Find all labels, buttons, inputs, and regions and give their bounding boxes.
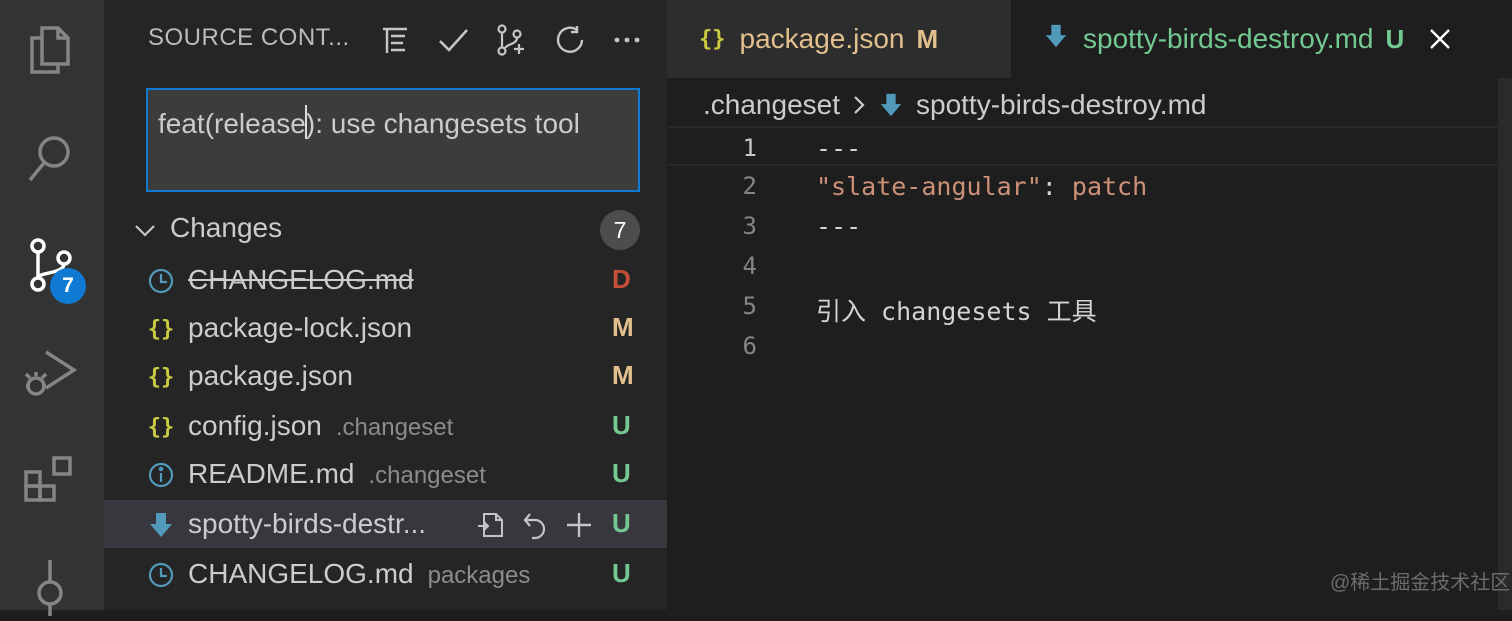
file-status: U: [612, 558, 631, 588]
plus-icon[interactable]: [562, 508, 596, 542]
yaml-sep: :: [1041, 172, 1072, 201]
list-item[interactable]: spotty-birds-destr... U: [104, 500, 667, 548]
sidebar-title: SOURCE CONT...: [148, 24, 350, 51]
json-braces-icon: {}: [147, 414, 175, 440]
commit-message-text-start: feat(release: [158, 108, 306, 139]
file-name: package-lock.json: [188, 312, 413, 343]
line-text: ---: [816, 212, 862, 241]
breadcrumb-folder[interactable]: .changeset: [703, 89, 840, 121]
yaml-value: patch: [1071, 172, 1148, 201]
line-number: 2: [742, 172, 757, 200]
file-name: CHANGELOG.md packages: [188, 558, 530, 590]
changes-group-header[interactable]: Changes 7: [104, 208, 667, 252]
json-braces-icon: {}: [699, 26, 726, 52]
json-braces-icon: {}: [147, 316, 175, 342]
markdown-arrow-icon: [146, 510, 176, 540]
go-to-file-icon[interactable]: [474, 508, 508, 542]
source-control-sidebar: SOURCE CONT... feat(release): use change…: [104, 0, 667, 610]
code-line: 6: [667, 326, 1512, 366]
file-status: U: [612, 410, 631, 440]
changes-label: Changes: [170, 212, 283, 243]
source-control-badge: 7: [50, 268, 86, 304]
list-tree-icon[interactable]: [366, 18, 424, 62]
history-icon: [146, 560, 176, 590]
info-icon: [146, 460, 176, 490]
watermark: @稀土掘金技术社区: [1330, 572, 1511, 594]
line-text: ---: [816, 134, 862, 163]
tab-spotty-birds-destroy[interactable]: spotty-birds-destroy.md U: [1011, 0, 1512, 78]
yaml-key: "slate-angular": [816, 172, 1042, 201]
tab-status: M: [916, 23, 939, 54]
code-editor[interactable]: 1 --- 2 "slate-angular": patch 3 --- 4 5…: [667, 126, 1512, 366]
line-number: 1: [742, 134, 757, 162]
tab-package-json[interactable]: {} package.json M: [667, 0, 1011, 78]
chevron-right-icon: [854, 96, 865, 114]
file-dir: .changeset: [368, 462, 486, 489]
line-number: 4: [742, 252, 757, 280]
activity-bar: 7: [0, 0, 104, 621]
editor-tabs: {} package.json M spotty-birds-destroy.m…: [667, 0, 1512, 78]
discard-icon[interactable]: [518, 508, 552, 542]
file-name: package.json: [188, 360, 354, 391]
file-status: M: [612, 360, 634, 390]
pull-request-icon[interactable]: [482, 18, 540, 62]
changes-count-badge: 7: [600, 210, 640, 250]
editor-scrollbar[interactable]: [1498, 78, 1512, 610]
file-status: U: [612, 458, 631, 488]
list-item[interactable]: README.md .changeset U: [104, 450, 667, 498]
ellipsis-icon[interactable]: [598, 18, 656, 62]
file-dir: packages: [427, 562, 531, 589]
file-name: CHANGELOG.md: [188, 264, 414, 295]
git-commit-icon[interactable]: [22, 560, 78, 621]
check-icon[interactable]: [424, 18, 482, 62]
files-icon[interactable]: [22, 22, 78, 78]
line-number: 5: [742, 292, 757, 320]
tab-status: U: [1385, 23, 1405, 54]
commit-message-text-end: ): use changesets tool: [305, 108, 580, 139]
tab-label: spotty-birds-destroy.md: [1083, 23, 1374, 54]
code-line: 2 "slate-angular": patch: [667, 166, 1512, 206]
markdown-arrow-icon: [880, 93, 902, 117]
json-braces-icon: {}: [147, 364, 175, 390]
history-icon: [146, 266, 176, 296]
list-item[interactable]: {} package.json M: [104, 352, 667, 400]
tab-label: package.json: [739, 23, 905, 54]
line-number: 6: [742, 332, 757, 360]
chevron-down-icon: [135, 225, 155, 237]
run-debug-icon[interactable]: [22, 344, 78, 400]
code-line: 4: [667, 246, 1512, 286]
file-name-text: CHANGELOG.md: [188, 558, 414, 589]
row-actions: [474, 508, 596, 542]
list-item[interactable]: CHANGELOG.md D: [104, 256, 667, 304]
commit-message-input[interactable]: feat(release): use changesets tool: [146, 88, 640, 192]
file-status: M: [612, 312, 634, 342]
sidebar-toolbar: [366, 18, 656, 62]
file-name: README.md .changeset: [188, 458, 486, 490]
code-line: 3 ---: [667, 206, 1512, 246]
file-dir: .changeset: [335, 414, 454, 441]
code-line: 1 ---: [667, 126, 1512, 166]
extensions-icon[interactable]: [22, 452, 78, 508]
file-name-text: README.md: [188, 458, 355, 489]
line-number: 3: [742, 212, 757, 240]
breadcrumb: .changeset spotty-birds-destroy.md: [703, 86, 1206, 124]
list-item[interactable]: CHANGELOG.md packages U: [104, 550, 667, 598]
code-line: 5 引入 changesets 工具: [667, 286, 1512, 326]
file-status: D: [612, 264, 631, 294]
list-item[interactable]: {} package-lock.json M: [104, 304, 667, 352]
breadcrumb-file[interactable]: spotty-birds-destroy.md: [916, 89, 1206, 121]
refresh-icon[interactable]: [540, 18, 598, 62]
search-icon[interactable]: [22, 130, 78, 186]
list-item[interactable]: {} config.json .changeset U: [104, 402, 667, 450]
file-name: spotty-birds-destr...: [188, 508, 427, 539]
file-name: config.json .changeset: [188, 410, 453, 442]
close-icon[interactable]: [1426, 25, 1454, 53]
markdown-arrow-icon: [1043, 23, 1069, 55]
line-text: 引入 changesets 工具: [816, 297, 1097, 326]
line-text: "slate-angular": patch: [816, 172, 1147, 201]
file-status: U: [612, 508, 631, 538]
file-name-text: config.json: [188, 410, 322, 441]
